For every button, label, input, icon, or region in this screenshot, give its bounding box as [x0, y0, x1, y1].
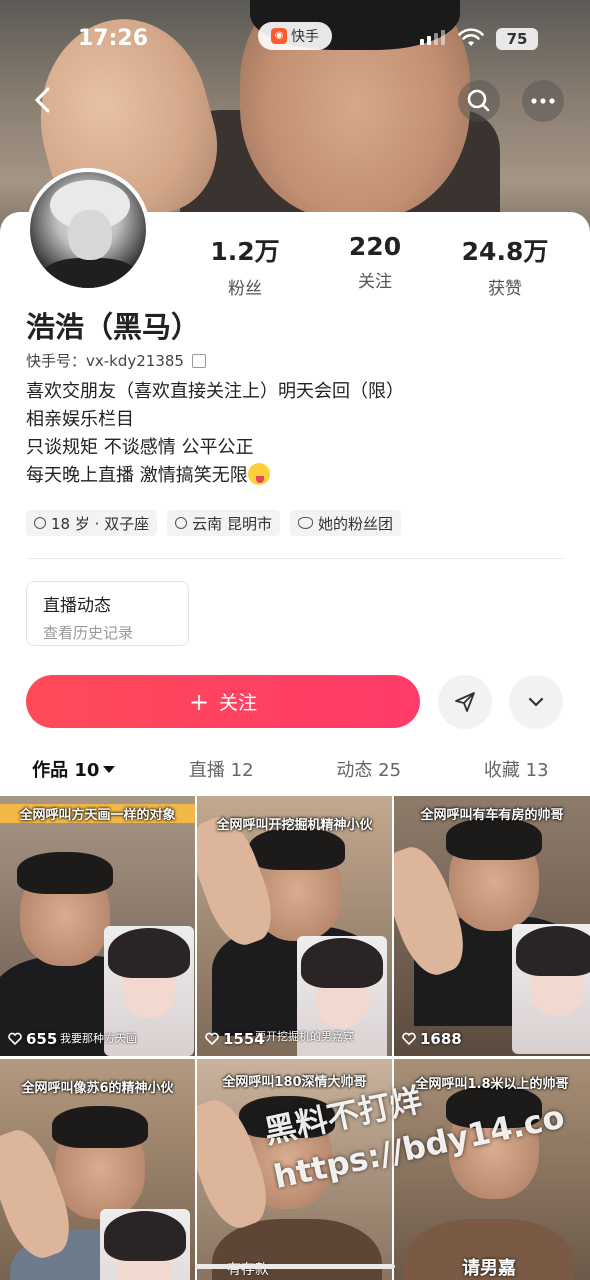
- likes-count: 655: [26, 1030, 58, 1048]
- video-thumbnail[interactable]: 全网呼叫开挖掘机精神小伙 要开挖掘机的男嘉宾 1554: [197, 796, 392, 1056]
- tab-label: 作品 10: [32, 760, 100, 781]
- overlay-text: 请男嘉: [462, 1258, 516, 1279]
- kuaishou-id-row[interactable]: 快手号：vx-kdy21385: [26, 350, 206, 371]
- video-caption: 全网呼叫有车有房的帅哥: [420, 808, 564, 823]
- video-likes: 1688: [402, 1030, 462, 1048]
- avatar[interactable]: [26, 168, 150, 292]
- stat-value: 24.8万: [461, 237, 549, 266]
- video-thumbnail[interactable]: 全网呼叫有车有房的帅哥 1688: [394, 796, 590, 1056]
- video-thumbnail[interactable]: 全网呼叫方天画一样的对象 我要那种方天画 655: [0, 796, 195, 1056]
- video-subtitle: 我要那种方天画: [60, 1032, 137, 1045]
- live-history-card[interactable]: 直播动态 查看历史记录: [26, 581, 189, 646]
- follow-button[interactable]: + 关注: [26, 675, 420, 728]
- stat-value: 220: [348, 232, 402, 261]
- follow-label: 关注: [219, 692, 258, 714]
- bio-line: 相亲娱乐栏目: [26, 409, 134, 430]
- kuaishou-logo-icon: ◉: [271, 28, 287, 44]
- profile-name: 浩浩（黑马）: [26, 310, 201, 344]
- profile-screen: 17:26 ◉ 快手 75 1.2万 粉丝 220 关注 24.8万 获赞 浩浩…: [0, 0, 590, 1280]
- tab-moments[interactable]: 动态 25: [295, 752, 443, 788]
- search-icon: [467, 89, 490, 112]
- location-pin-icon: [175, 517, 188, 529]
- heart-icon: [8, 1032, 22, 1046]
- tag-text: 她的粉丝团: [317, 514, 393, 533]
- wifi-icon: [458, 28, 484, 46]
- likes-count: 1688: [420, 1030, 462, 1048]
- profile-stats: 1.2万 粉丝 220 关注 24.8万 获赞: [180, 232, 570, 299]
- more-button[interactable]: [522, 80, 564, 122]
- tab-label: 收藏 13: [483, 760, 549, 781]
- bio-line: 每天晚上直播 激情搞笑无限: [26, 465, 248, 486]
- video-caption: 全网呼叫开挖掘机精神小伙: [216, 818, 373, 833]
- tag-text: 云南 昆明市: [192, 514, 272, 533]
- tab-label: 直播 12: [188, 760, 254, 781]
- stat-label: 关注: [358, 272, 392, 292]
- crazy-face-emoji-icon: [247, 463, 270, 485]
- kuaishou-id: 快手号：vx-kdy21385: [26, 352, 184, 370]
- more-horizontal-icon: [531, 98, 555, 104]
- battery-indicator: 75: [496, 28, 538, 50]
- tag-text: 18 岁 · 双子座: [51, 514, 150, 533]
- status-bar: 17:26 ◉ 快手 75: [0, 22, 590, 62]
- video-subtitle: 要开挖掘机的男嘉宾: [255, 1030, 354, 1043]
- video-likes: 655: [8, 1030, 57, 1048]
- video-subtitle: 有存款: [227, 1262, 269, 1278]
- share-button[interactable]: [438, 675, 492, 729]
- stat-value: 1.2万: [210, 237, 280, 266]
- tag-fan-club[interactable]: 她的粉丝团: [289, 510, 401, 536]
- search-button[interactable]: [458, 80, 500, 122]
- live-card-title: 直播动态: [43, 596, 111, 616]
- video-caption: 全网呼叫180深情大帅哥: [222, 1075, 367, 1090]
- gender-icon: [34, 517, 46, 529]
- heart-icon: [402, 1032, 416, 1046]
- likes-count: 1554: [223, 1030, 265, 1048]
- more-options-button[interactable]: [509, 675, 563, 729]
- stat-label: 获赞: [488, 279, 522, 299]
- stat-likes[interactable]: 24.8万 获赞: [440, 232, 570, 299]
- video-thumbnail[interactable]: 全网呼叫180深情大帅哥 有存款: [197, 1059, 392, 1280]
- video-grid: 全网呼叫方天画一样的对象 我要那种方天画 655 全网呼叫开挖掘机精神小伙 要开…: [0, 796, 590, 1280]
- bio-line-with-emoji: 每天晚上直播 激情搞笑无限: [26, 462, 404, 490]
- heart-badge-icon: [297, 517, 313, 529]
- send-icon: [455, 692, 475, 712]
- app-name: 快手: [291, 29, 319, 45]
- bio-line: 喜欢交朋友（喜欢直接关注上）明天会回（限）: [26, 381, 404, 402]
- divider: [26, 558, 564, 559]
- tab-favorites[interactable]: 收藏 13: [443, 752, 590, 788]
- tag-location[interactable]: 云南 昆明市: [167, 510, 280, 536]
- tab-works[interactable]: 作品 10: [0, 752, 148, 788]
- video-thumbnail[interactable]: 全网呼叫像苏6的精神小伙: [0, 1059, 195, 1280]
- stat-label: 粉丝: [228, 279, 262, 299]
- stat-following[interactable]: 220 关注: [310, 232, 440, 299]
- chevron-down-icon: [528, 697, 544, 707]
- app-indicator: ◉ 快手: [258, 22, 332, 50]
- video-caption: 全网呼叫1.8米以上的帅哥: [415, 1077, 569, 1092]
- tag-age: 18 岁 · 双子座: [26, 510, 158, 536]
- video-thumbnail[interactable]: 全网呼叫1.8米以上的帅哥: [394, 1059, 590, 1280]
- profile-tags: 18 岁 · 双子座 云南 昆明市 她的粉丝团: [26, 510, 401, 536]
- avatar-face: [68, 210, 112, 260]
- copy-icon[interactable]: [191, 353, 206, 368]
- profile-bio: 喜欢交朋友（喜欢直接关注上）明天会回（限） 相亲娱乐栏目 只谈规矩 不谈感情 公…: [26, 378, 404, 490]
- video-likes: 1554: [205, 1030, 265, 1048]
- bio-line: 只谈规矩 不谈感情 公平公正: [26, 437, 254, 458]
- tab-live[interactable]: 直播 12: [148, 752, 296, 788]
- video-caption: 全网呼叫方天画一样的对象: [0, 804, 195, 823]
- live-card-subtitle: 查看历史记录: [43, 624, 134, 642]
- home-indicator: [195, 1264, 395, 1269]
- tab-label: 动态 25: [336, 760, 402, 781]
- chevron-left-icon[interactable]: [26, 82, 62, 118]
- avatar-body: [40, 258, 140, 288]
- heart-icon: [205, 1032, 219, 1046]
- video-caption: 全网呼叫像苏6的精神小伙: [21, 1081, 174, 1096]
- signal-icon: [420, 30, 445, 45]
- plus-icon: +: [188, 687, 210, 716]
- content-tabs: 作品 10 直播 12 动态 25 收藏 13: [0, 752, 590, 788]
- status-time: 17:26: [78, 26, 149, 51]
- stat-followers[interactable]: 1.2万 粉丝: [180, 232, 310, 299]
- caret-down-icon: [103, 766, 116, 773]
